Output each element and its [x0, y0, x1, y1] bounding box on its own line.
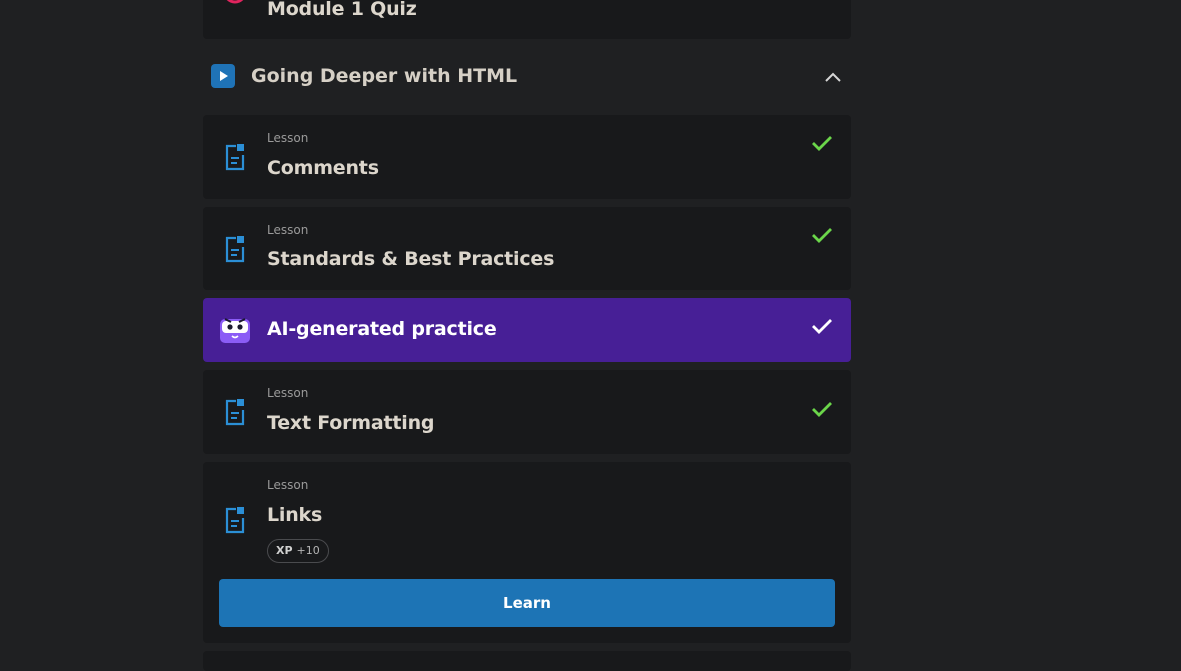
lesson-document-icon [225, 399, 245, 426]
next-card[interactable] [203, 651, 851, 671]
module-quiz-card[interactable]: Module 1 Quiz [203, 0, 851, 39]
check-icon [812, 136, 832, 151]
check-icon [812, 402, 832, 417]
lesson-document-icon [225, 507, 245, 534]
section-header[interactable]: Going Deeper with HTML [203, 54, 851, 100]
lesson-kicker: Lesson [267, 223, 309, 237]
play-icon [211, 64, 235, 88]
ai-practice-card[interactable]: AI-generated practice [203, 298, 851, 362]
lesson-title: Standards & Best Practices [267, 248, 555, 270]
quiz-icon [227, 0, 243, 4]
xp-label: XP [276, 544, 293, 557]
lesson-card-comments[interactable]: Lesson Comments [203, 115, 851, 199]
section-title: Going Deeper with HTML [251, 65, 518, 87]
lesson-card-standards[interactable]: Lesson Standards & Best Practices [203, 207, 851, 290]
check-icon [812, 228, 832, 243]
lesson-title: Comments [267, 157, 379, 179]
check-icon [812, 319, 832, 334]
learn-button[interactable]: Learn [219, 579, 835, 627]
module-quiz-title: Module 1 Quiz [267, 0, 417, 20]
lesson-document-icon [225, 236, 245, 263]
lesson-title: Text Formatting [267, 412, 435, 434]
lesson-title: Links [267, 504, 323, 526]
lesson-card-text-formatting[interactable]: Lesson Text Formatting [203, 370, 851, 454]
xp-value: +10 [296, 544, 320, 557]
lesson-kicker: Lesson [267, 131, 309, 145]
lesson-kicker: Lesson [267, 478, 309, 492]
xp-badge: XP +10 [267, 539, 329, 563]
lesson-card-links[interactable]: Lesson Links XP +10 Learn [203, 462, 851, 643]
chevron-up-icon[interactable] [823, 67, 843, 87]
lesson-document-icon [225, 144, 245, 171]
lesson-kicker: Lesson [267, 386, 309, 400]
ai-mascot-icon [220, 318, 250, 343]
ai-practice-title: AI-generated practice [267, 318, 497, 340]
